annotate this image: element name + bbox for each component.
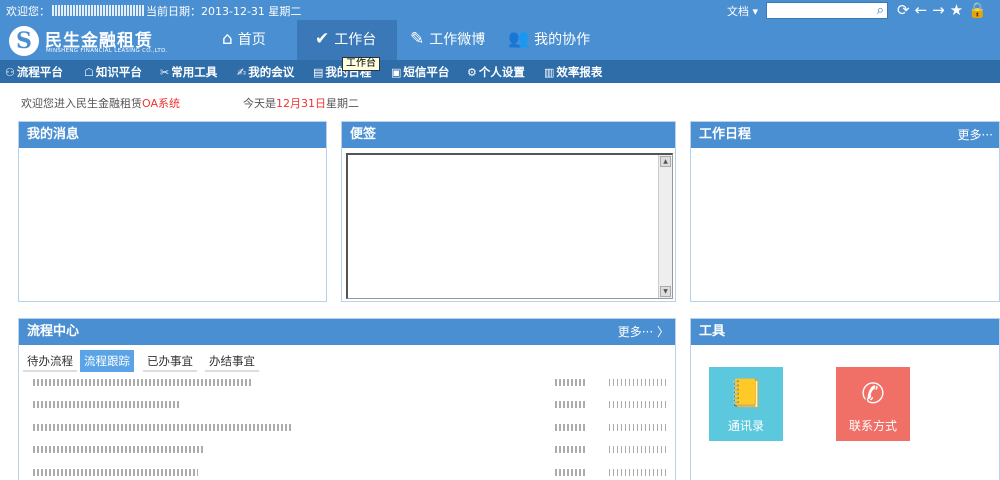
tab-done[interactable]: 已办事宜 — [143, 350, 197, 372]
tooltip: 工作台 — [342, 57, 380, 71]
meeting-icon: ✍ — [237, 66, 247, 79]
user-edit-icon: ✎ — [410, 29, 425, 49]
flow-more-link[interactable]: 更多··· 〉 — [618, 319, 669, 345]
check-circle-icon: ✔ — [315, 29, 330, 49]
welcome-text: 欢迎您： 当前日期：2013-12-31 星期二 — [6, 5, 302, 18]
schedule-title: 工作日程 更多··· — [691, 122, 999, 148]
list-item[interactable] — [33, 401, 673, 411]
tools-title: 工具 — [691, 319, 999, 345]
header: S 民生金融租赁 MINSHENG FINANCIAL LEASING CO.,… — [0, 20, 1000, 60]
doc-menu[interactable]: 文档 ▾ — [727, 3, 758, 19]
home-icon: ⌂ — [222, 29, 233, 49]
knowledge-icon: ☖ — [84, 66, 94, 79]
subnav-knowledge[interactable]: ☖ 知识平台 — [84, 64, 142, 80]
group-icon: 👥 — [508, 29, 530, 49]
logo-mark-icon: S — [9, 26, 39, 56]
schedule-more-link[interactable]: 更多··· — [958, 122, 993, 148]
scroll-up-icon[interactable]: ▲ — [660, 156, 671, 167]
forward-arrow-icon[interactable]: → — [932, 1, 950, 19]
subnav-flow[interactable]: ⚇ 流程平台 — [5, 64, 63, 80]
tab-tracking[interactable]: 流程跟踪 — [80, 350, 134, 372]
today-line: 今天是12月31日星期二 — [243, 97, 359, 110]
back-arrow-icon[interactable]: ← — [915, 1, 933, 19]
refresh-icon[interactable]: ⟳ — [897, 1, 915, 19]
schedule-panel: 工作日程 更多··· — [690, 121, 1000, 302]
toolbar-controls: ⟳←→★🔒 — [897, 1, 992, 19]
list-item[interactable] — [33, 469, 673, 479]
subnav-meeting[interactable]: ✍ 我的会议 — [237, 64, 294, 80]
nav-collaboration[interactable]: 👥 我的协作 — [508, 20, 590, 60]
nav-microblog[interactable]: ✎ 工作微博 — [410, 20, 485, 60]
nav-home[interactable]: ⌂ 首页 — [222, 20, 266, 60]
tools-icon: ✂ — [160, 66, 170, 79]
nav-workbench[interactable]: ✔ 工作台 — [297, 20, 397, 60]
subnav-report[interactable]: ▥ 效率报表 — [544, 64, 602, 80]
sms-icon: ▣ — [391, 66, 402, 79]
report-icon: ▥ — [544, 66, 555, 79]
welcome-line: 欢迎您进入民生金融租赁OA系统 — [21, 97, 180, 110]
flow-title: 流程中心 更多··· 〉 — [19, 319, 675, 345]
list-item[interactable] — [33, 446, 673, 456]
lock-icon[interactable]: 🔒 — [968, 1, 992, 19]
list-item[interactable] — [33, 424, 673, 434]
notes-textarea[interactable]: ▲ ▼ — [346, 153, 673, 299]
notes-title: 便签 — [342, 122, 675, 148]
notes-scrollbar[interactable]: ▲ ▼ — [658, 155, 672, 298]
contact-button[interactable]: ✆ 联系方式 — [836, 367, 910, 441]
tab-todo[interactable]: 待办流程 — [23, 350, 77, 372]
list-item[interactable] — [33, 379, 673, 389]
settings-icon: ⚙ — [467, 66, 477, 79]
flow-icon: ⚇ — [5, 66, 15, 79]
schedule-icon: ▤ — [313, 66, 324, 79]
username-text — [52, 5, 144, 16]
address-book-icon: 📒 — [728, 377, 764, 410]
search-input[interactable]: ⌕ — [766, 2, 888, 19]
messages-title: 我的消息 — [19, 122, 326, 148]
subnav-sms[interactable]: ▣ 短信平台 — [391, 64, 449, 80]
logo-english: MINSHENG FINANCIAL LEASING CO.,LTD. — [46, 48, 168, 54]
star-icon[interactable]: ★ — [950, 1, 968, 19]
messages-panel: 我的消息 — [18, 121, 327, 302]
flow-panel: 流程中心 更多··· 〉 待办流程 流程跟踪 已办事宜 办结事宜 — [18, 318, 676, 480]
tab-finished[interactable]: 办结事宜 — [205, 350, 259, 372]
tools-panel: 工具 📒 通讯录 ✆ 联系方式 — [690, 318, 1000, 480]
address-book-button[interactable]: 📒 通讯录 — [709, 367, 783, 441]
notes-panel: 便签 ▲ ▼ — [341, 121, 676, 302]
scroll-down-icon[interactable]: ▼ — [660, 286, 671, 297]
phone-icon: ✆ — [861, 377, 885, 410]
logo[interactable]: S 民生金融租赁 MINSHENG FINANCIAL LEASING CO.,… — [9, 25, 169, 57]
sub-nav: ⚇ 流程平台 ☖ 知识平台 ✂ 常用工具 ✍ 我的会议 ▤ 我的日程 ▣ 短信平台 ⚙ 个人设… — [0, 60, 1000, 83]
top-info-bar: 欢迎您： 当前日期：2013-12-31 星期二 文档 ▾ ⌕ ⟳←→★🔒 — [0, 0, 1000, 20]
subnav-tools[interactable]: ✂ 常用工具 — [160, 64, 217, 80]
search-icon[interactable]: ⌕ — [877, 3, 884, 18]
subnav-settings[interactable]: ⚙ 个人设置 — [467, 64, 525, 80]
